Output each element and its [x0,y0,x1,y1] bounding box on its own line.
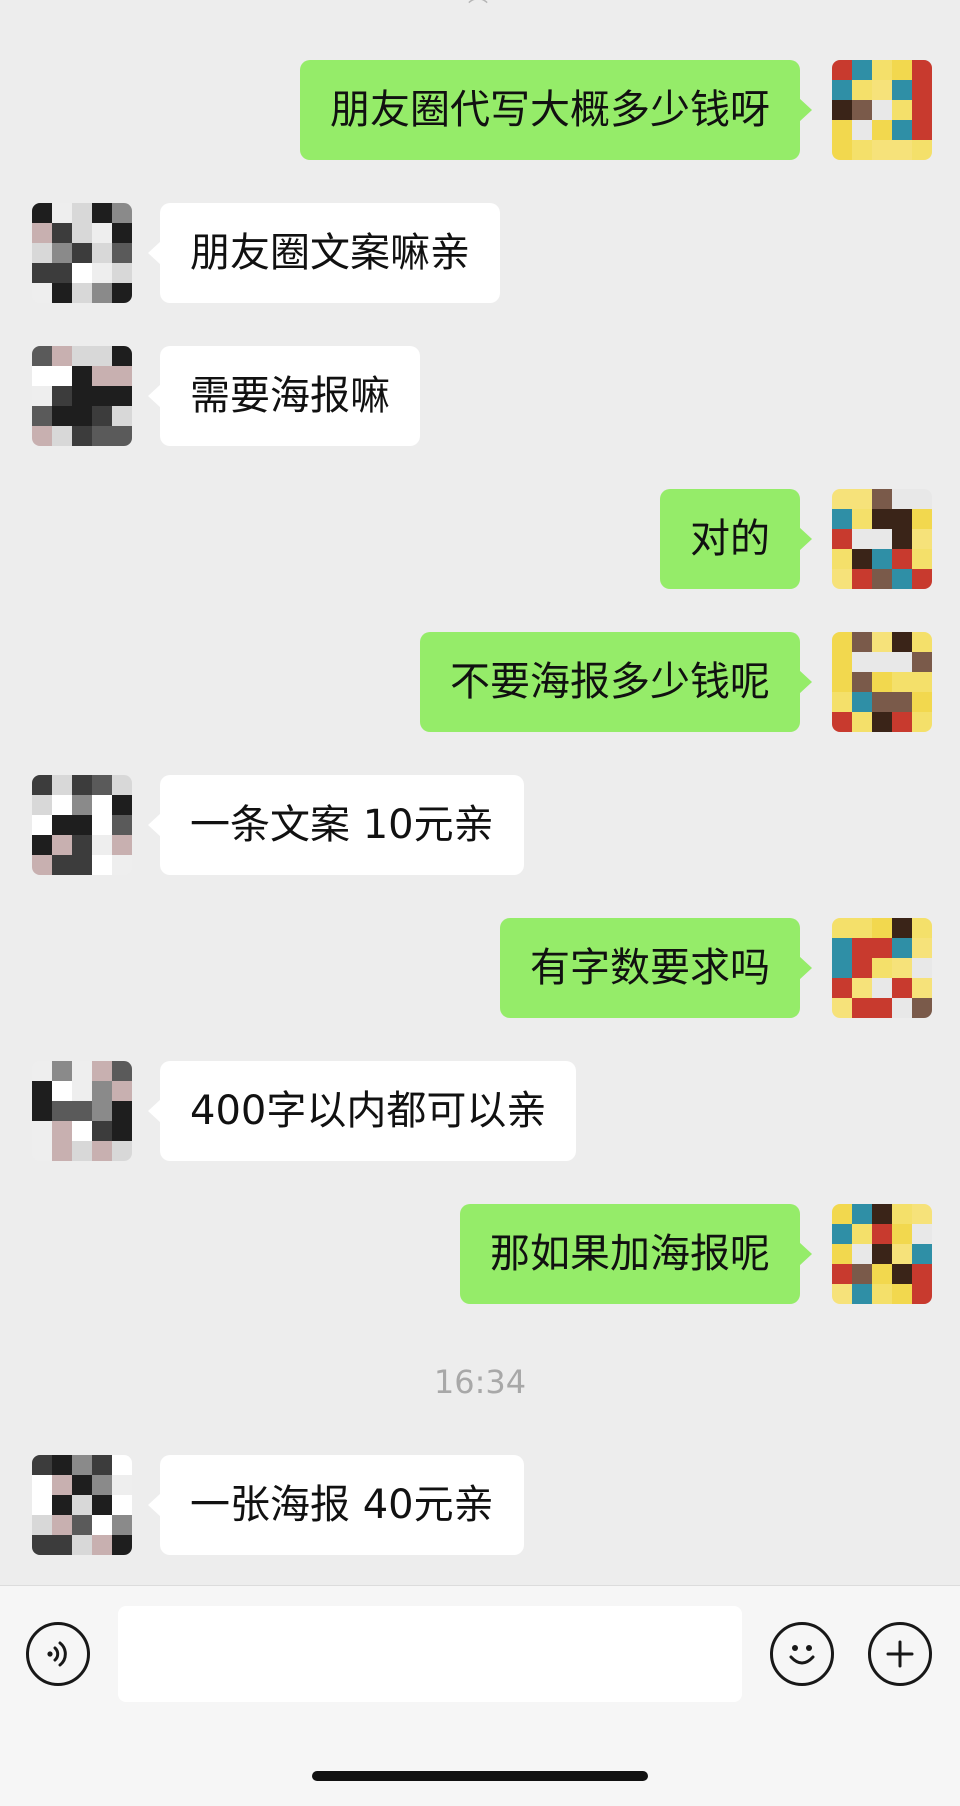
chat-area[interactable]: ⌒ 朋友圈代写大概多少钱呀 朋友圈文案嘛亲 需要海报嘛 对的 不要海报多少钱呢 … [0,0,960,1585]
sent-message-bubble[interactable]: 不要海报多少钱呢 [420,632,812,732]
chat-timestamp: 16:34 [433,1363,527,1401]
contact-avatar[interactable] [32,1061,132,1161]
contact-avatar[interactable] [32,346,132,446]
sent-message-bubble[interactable]: 那如果加海报呢 [460,1204,812,1304]
received-message-bubble[interactable]: 一张海报 40元亲 [148,1455,524,1555]
my-avatar[interactable] [832,60,932,160]
input-bar [0,1585,960,1806]
received-message-bubble[interactable]: 一条文案 10元亲 [148,775,524,875]
received-message-bubble[interactable]: 朋友圈文案嘛亲 [148,203,500,303]
voice-button[interactable] [26,1622,90,1686]
more-button[interactable] [868,1622,932,1686]
cropped-top-fragment: ⌒ [468,0,488,20]
plus-icon [886,1640,914,1668]
emoji-icon [789,1645,815,1665]
emoji-button[interactable] [770,1622,834,1686]
contact-avatar[interactable] [32,775,132,875]
sent-message-bubble[interactable]: 朋友圈代写大概多少钱呀 [300,60,812,160]
home-indicator [312,1771,648,1781]
voice-icon [47,1641,67,1667]
contact-avatar[interactable] [32,1455,132,1555]
my-avatar[interactable] [832,1204,932,1304]
my-avatar[interactable] [832,918,932,1018]
received-message-bubble[interactable]: 需要海报嘛 [148,346,420,446]
my-avatar[interactable] [832,632,932,732]
contact-avatar[interactable] [32,203,132,303]
sent-message-bubble[interactable]: 对的 [660,489,812,589]
sent-message-bubble[interactable]: 有字数要求吗 [500,918,812,1018]
my-avatar[interactable] [832,489,932,589]
received-message-bubble[interactable]: 400字以内都可以亲 [147,1061,577,1161]
message-input[interactable] [118,1606,742,1702]
